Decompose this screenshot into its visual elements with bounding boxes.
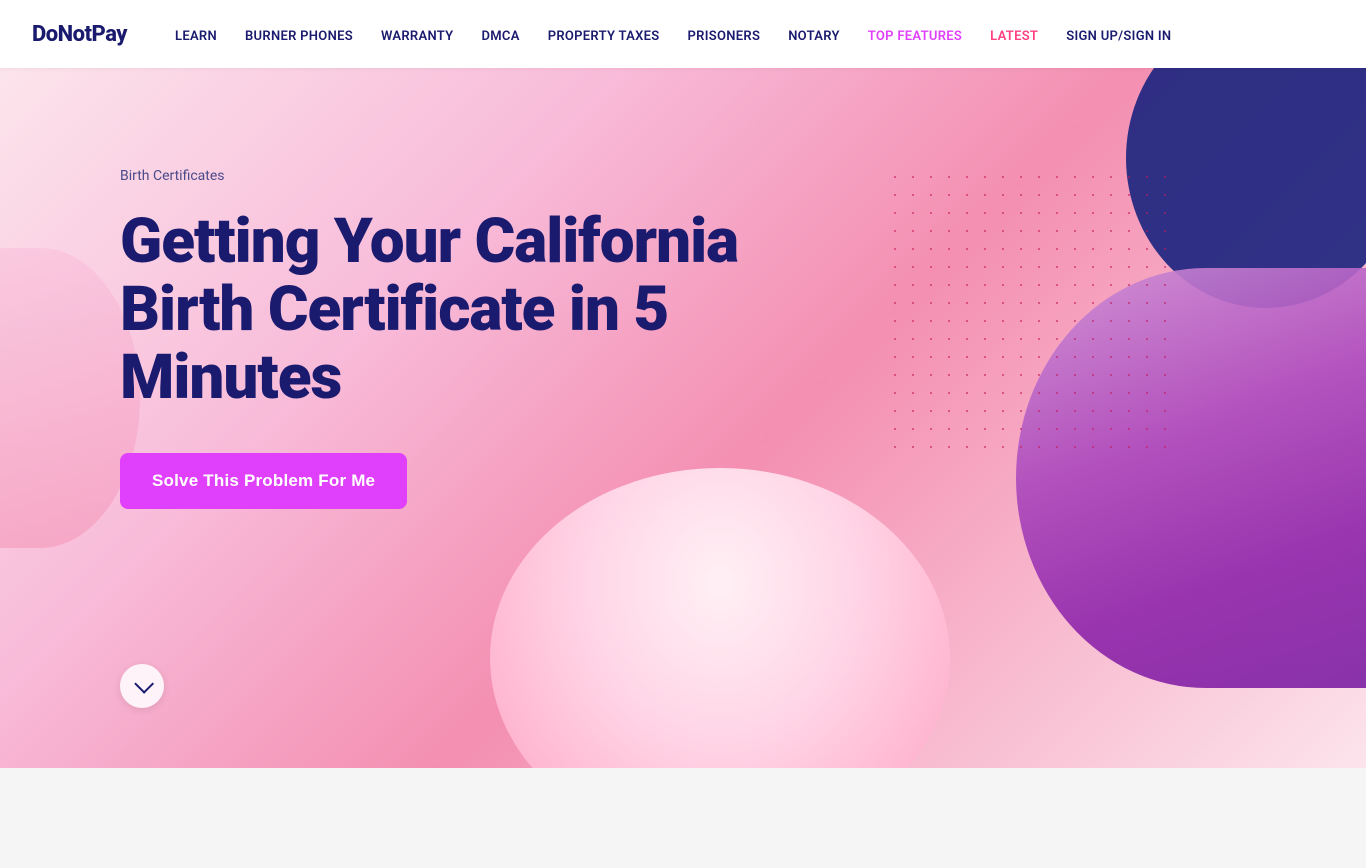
solve-problem-button[interactable]: Solve This Problem For Me bbox=[120, 453, 407, 509]
nav-item-warranty[interactable]: WARRANTY bbox=[381, 25, 454, 44]
nav-link-sign-in[interactable]: SIGN UP/SIGN IN bbox=[1066, 29, 1171, 44]
nav-links: LEARN BURNER PHONES WARRANTY DMCA PROPER… bbox=[175, 25, 1334, 44]
blob-left-decoration bbox=[0, 248, 140, 548]
blob-pink-circle-decoration bbox=[490, 468, 950, 768]
nav-item-burner-phones[interactable]: BURNER PHONES bbox=[245, 25, 353, 44]
nav-link-burner-phones[interactable]: BURNER PHONES bbox=[245, 29, 353, 44]
dot-pattern-decoration bbox=[886, 168, 1166, 448]
nav-link-dmca[interactable]: DMCA bbox=[481, 29, 519, 44]
nav-item-sign-in[interactable]: SIGN UP/SIGN IN bbox=[1066, 25, 1171, 44]
navbar: DoNotPay LEARN BURNER PHONES WARRANTY DM… bbox=[0, 0, 1366, 68]
nav-item-notary[interactable]: NOTARY bbox=[788, 25, 840, 44]
breadcrumb: Birth Certificates bbox=[120, 168, 820, 184]
nav-item-learn[interactable]: LEARN bbox=[175, 25, 217, 44]
hero-section: Birth Certificates Getting Your Californ… bbox=[0, 68, 1366, 768]
nav-link-top-features[interactable]: TOP FEATURES bbox=[868, 29, 962, 44]
nav-link-property-taxes[interactable]: PROPERTY TAXES bbox=[548, 29, 660, 44]
nav-item-latest[interactable]: LATEST bbox=[990, 25, 1038, 44]
nav-item-dmca[interactable]: DMCA bbox=[481, 25, 519, 44]
nav-link-prisoners[interactable]: PRISONERS bbox=[688, 29, 761, 44]
nav-item-top-features[interactable]: TOP FEATURES bbox=[868, 25, 962, 44]
nav-link-latest[interactable]: LATEST bbox=[990, 29, 1038, 44]
hero-title: Getting Your California Birth Certificat… bbox=[120, 208, 820, 413]
scroll-down-button[interactable] bbox=[120, 664, 164, 708]
below-fold bbox=[0, 768, 1366, 868]
nav-item-property-taxes[interactable]: PROPERTY TAXES bbox=[548, 25, 660, 44]
nav-link-learn[interactable]: LEARN bbox=[175, 29, 217, 44]
nav-item-prisoners[interactable]: PRISONERS bbox=[688, 25, 761, 44]
hero-content: Birth Certificates Getting Your Californ… bbox=[120, 168, 820, 509]
dot-pattern-inner bbox=[886, 168, 1166, 448]
nav-link-warranty[interactable]: WARRANTY bbox=[381, 29, 454, 44]
logo[interactable]: DoNotPay bbox=[32, 22, 127, 47]
nav-link-notary[interactable]: NOTARY bbox=[788, 29, 840, 44]
chevron-down-icon bbox=[134, 674, 154, 694]
